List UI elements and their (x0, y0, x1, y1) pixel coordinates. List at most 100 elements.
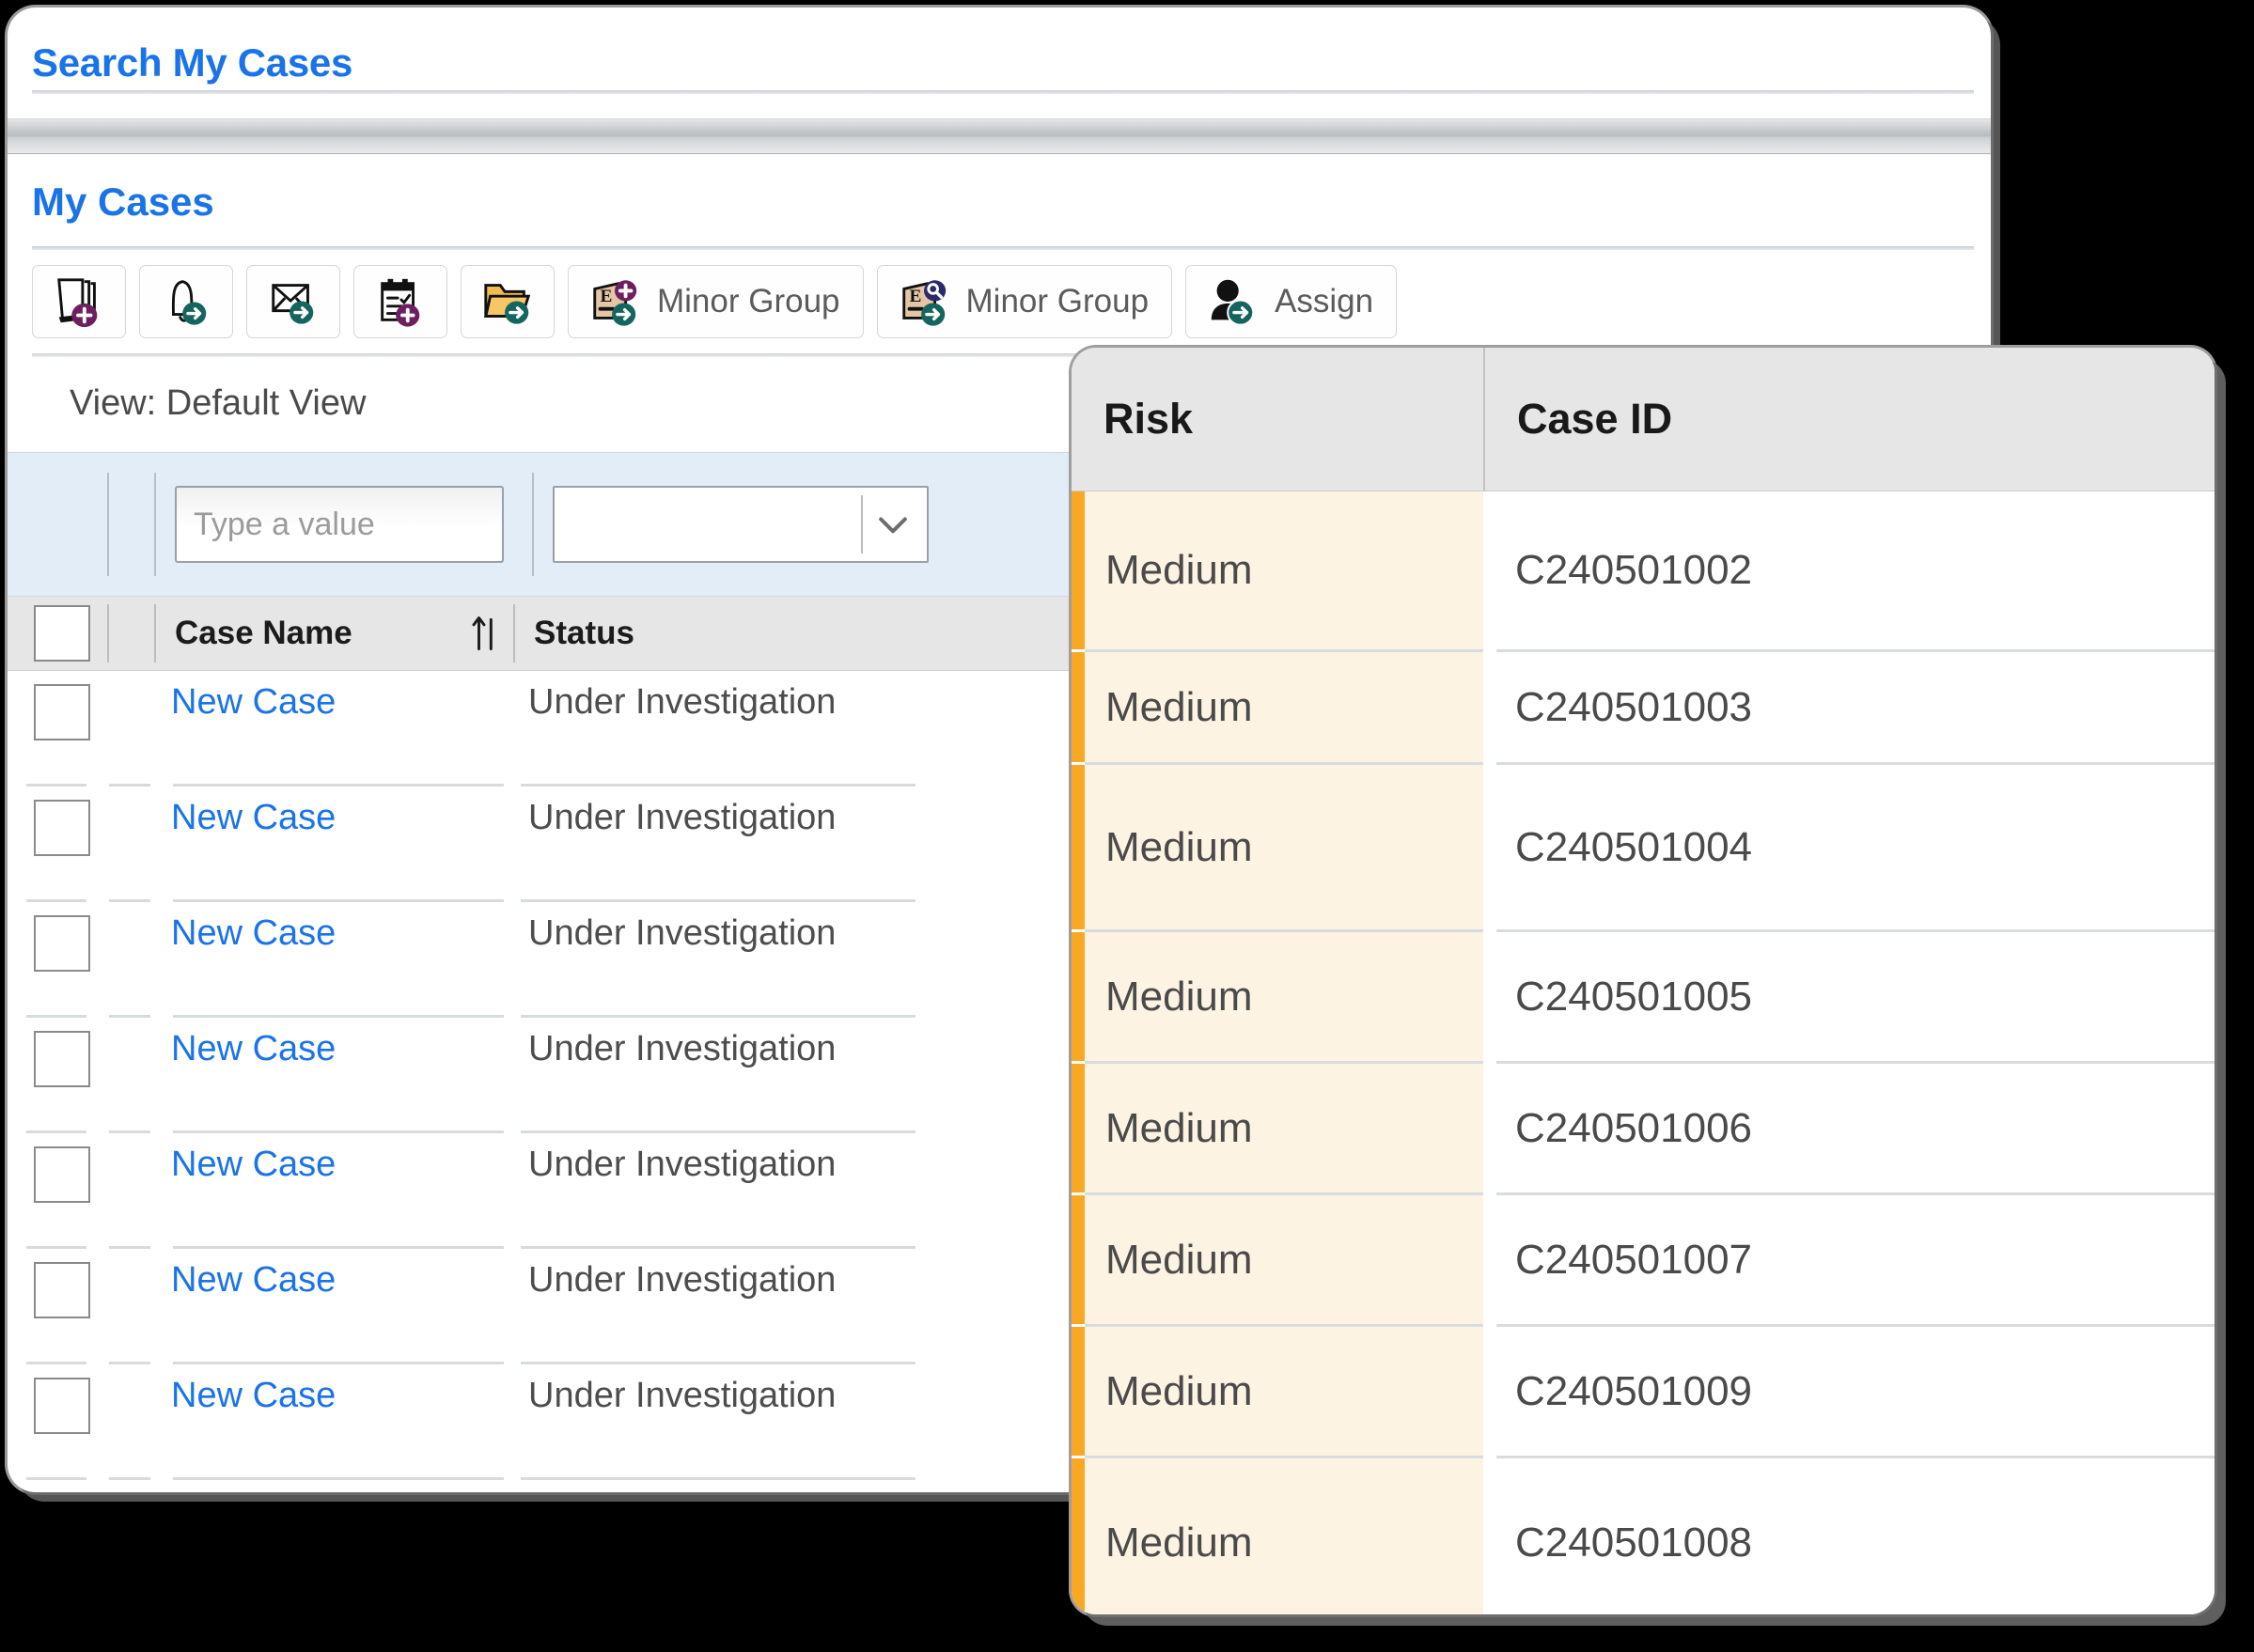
overlay-cell-risk: Medium (1072, 652, 1483, 762)
overlay-column-header-case-id-label: Case ID (1485, 395, 2215, 444)
window-title-bar: Search My Cases (8, 8, 1991, 118)
overlay-table-row[interactable]: Medium C240501009 (1072, 1327, 2215, 1456)
overlay-cell-case-id: C240501002 (1483, 491, 2215, 649)
cell-case-name[interactable]: New Case (152, 671, 509, 723)
row-checkbox-cell (8, 1018, 107, 1087)
sort-ascending-icon (472, 613, 496, 654)
row-checkbox[interactable] (34, 1262, 90, 1318)
page-title: Search My Cases (32, 40, 352, 86)
minor-group-search-label: Minor Group (966, 283, 1150, 320)
row-checkbox[interactable] (34, 1031, 90, 1087)
cell-case-name[interactable]: New Case (152, 1018, 509, 1069)
email-forward-button[interactable] (246, 265, 340, 338)
filter-status-cell (534, 486, 966, 563)
overlay-column-header-risk[interactable]: Risk (1072, 395, 1483, 444)
overlay-table-row[interactable]: Medium C240501002 (1072, 491, 2215, 649)
overlay-cell-risk: Medium (1072, 1064, 1483, 1192)
overlay-column-header-case-id[interactable]: Case ID (1485, 395, 2215, 444)
column-header-status-label: Status (534, 615, 634, 652)
section-header: My Cases (8, 154, 1991, 250)
task-add-button[interactable] (353, 265, 447, 338)
row-checkbox-cell (8, 787, 107, 856)
overlay-cell-risk: Medium (1072, 932, 1483, 1061)
column-divider (107, 604, 109, 662)
cell-case-name[interactable]: New Case (152, 1133, 509, 1185)
cell-case-name[interactable]: New Case (152, 1249, 509, 1301)
overlay-table-row[interactable]: Medium C240501004 (1072, 765, 2215, 929)
overlay-table-row[interactable]: Medium C240501005 (1072, 932, 2215, 1061)
row-checkbox-cell (8, 1133, 107, 1203)
overlay-table-row[interactable]: Medium C240501008 (1072, 1458, 2215, 1614)
overlay-cell-case-id: C240501003 (1483, 652, 2215, 762)
svg-text:E: E (601, 287, 613, 306)
row-checkbox-cell (8, 902, 107, 972)
select-all-checkbox[interactable] (34, 605, 90, 662)
column-divider (107, 473, 109, 576)
filter-case-name-cell: Type a value (156, 486, 532, 563)
row-checkbox[interactable] (34, 1146, 90, 1203)
column-header-case-name-label: Case Name (175, 615, 352, 652)
cases-toolbar: E Minor Group E (8, 250, 1991, 353)
overlay-table-row[interactable]: Medium C240501003 (1072, 652, 2215, 762)
folder-forward-button[interactable] (461, 265, 555, 338)
overlay-cell-risk: Medium (1072, 1458, 1483, 1614)
overlay-cell-case-id: C240501007 (1483, 1195, 2215, 1324)
cell-status: Under Investigation (509, 1133, 923, 1185)
overlay-cell-risk: Medium (1072, 1327, 1483, 1456)
assign-user-icon (1203, 274, 1261, 329)
risk-case-id-overlay-panel: Risk Case ID Medium C240501002 Medium C2… (1072, 348, 2215, 1614)
row-checkbox[interactable] (34, 684, 90, 740)
section-divider (32, 246, 1974, 250)
case-name-filter-input[interactable]: Type a value (175, 486, 504, 563)
overlay-cell-case-id: C240501005 (1483, 932, 2215, 1061)
row-checkbox[interactable] (34, 1378, 90, 1434)
row-checkbox[interactable] (34, 915, 90, 972)
new-case-button[interactable] (32, 265, 126, 338)
overlay-cell-risk: Medium (1072, 491, 1483, 649)
new-case-icon (50, 274, 108, 329)
chevron-down-icon (872, 504, 914, 545)
cell-case-name[interactable]: New Case (152, 1364, 509, 1416)
task-add-icon (371, 274, 430, 329)
section-separator-band (8, 118, 1991, 154)
cell-case-name[interactable]: New Case (152, 902, 509, 954)
cell-status: Under Investigation (509, 902, 923, 954)
minor-group-add-button[interactable]: E Minor Group (568, 265, 864, 338)
row-checkbox-cell (8, 1480, 107, 1492)
cell-status: Under Investigation (509, 1480, 923, 1492)
alert-forward-icon (157, 274, 215, 329)
overlay-table-row[interactable]: Medium C240501006 (1072, 1064, 2215, 1192)
folder-forward-icon (478, 274, 537, 329)
assign-label: Assign (1275, 283, 1373, 320)
email-forward-icon (264, 274, 322, 329)
row-checkbox[interactable] (34, 800, 90, 856)
cell-case-name[interactable]: New Case (152, 787, 509, 838)
overlay-column-header-risk-label: Risk (1072, 395, 1483, 444)
overlay-header-row: Risk Case ID (1072, 348, 2215, 491)
overlay-table-row[interactable]: Medium C240501007 (1072, 1195, 2215, 1324)
screenshot-root: Search My Cases My Cases (0, 0, 2254, 1652)
minor-group-search-icon: E (895, 274, 953, 329)
overlay-cell-risk: Medium (1072, 765, 1483, 929)
title-divider (32, 90, 1974, 94)
column-header-status[interactable]: Status (515, 597, 929, 670)
column-header-case-name[interactable]: Case Name (156, 597, 513, 670)
overlay-cell-case-id: C240501008 (1483, 1458, 2215, 1614)
row-checkbox-cell (8, 1249, 107, 1318)
overlay-cell-risk: Medium (1072, 1195, 1483, 1324)
status-filter-select[interactable] (553, 486, 929, 563)
overlay-cell-case-id: C240501009 (1483, 1327, 2215, 1456)
overlay-body: Medium C240501002 Medium C240501003 Medi… (1072, 491, 2215, 1614)
cell-case-name[interactable]: New Case (152, 1480, 509, 1492)
row-checkbox-cell (8, 671, 107, 740)
svg-text:E: E (909, 287, 921, 306)
minor-group-search-button[interactable]: E Minor Group (877, 265, 1173, 338)
alert-forward-button[interactable] (139, 265, 233, 338)
minor-group-add-label: Minor Group (657, 283, 840, 320)
minor-group-add-icon: E (586, 274, 644, 329)
cell-status: Under Investigation (509, 1018, 923, 1069)
cell-status: Under Investigation (509, 787, 923, 838)
assign-button[interactable]: Assign (1185, 265, 1397, 338)
select-separator (861, 495, 863, 553)
section-title: My Cases (32, 179, 214, 225)
